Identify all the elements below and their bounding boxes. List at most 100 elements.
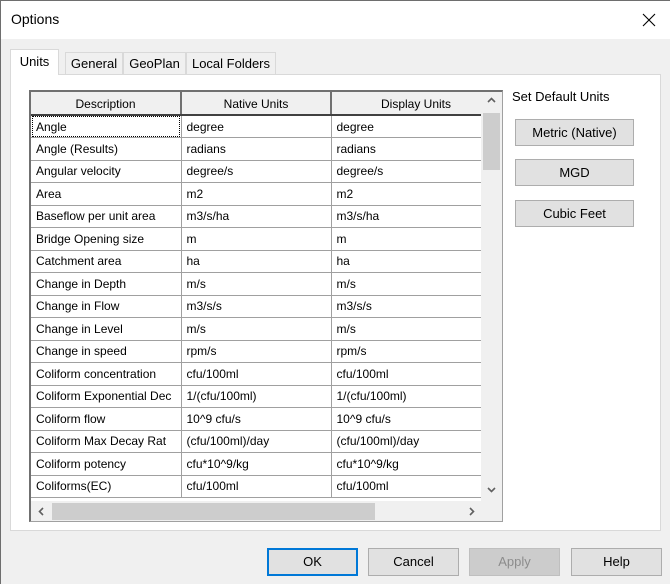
cell-description[interactable]: Coliform Max Decay Rat [31, 430, 182, 453]
cell-description[interactable]: Coliform Exponential Dec [31, 385, 182, 408]
table-row[interactable]: Area m2 m2 [31, 182, 482, 206]
cell-description[interactable]: Change in Level [31, 317, 182, 341]
cell-display-units[interactable]: degree [331, 115, 482, 138]
cell-native-units[interactable]: m2 [181, 182, 332, 206]
cell-description[interactable]: Coliform concentration [31, 362, 182, 386]
mgd-button[interactable]: MGD [515, 159, 634, 186]
scroll-up-button[interactable] [481, 92, 502, 112]
vertical-scrollbar[interactable] [481, 92, 502, 502]
cell-description[interactable]: Coliform potency [31, 452, 182, 476]
table-row[interactable]: Angle degree degree [31, 115, 482, 138]
cell-native-units[interactable]: (cfu/100ml)/day [181, 430, 332, 453]
cell-native-units[interactable]: degree [181, 115, 332, 138]
cell-description[interactable]: Coliform flow [31, 407, 182, 431]
cell-description[interactable]: Angle [31, 115, 182, 138]
cell-display-units[interactable]: degree/s [331, 160, 482, 183]
help-button[interactable]: Help [571, 548, 662, 576]
table-row[interactable]: Coliform flow 10^9 cfu/s 10^9 cfu/s [31, 407, 482, 431]
chevron-down-icon [487, 487, 496, 493]
cell-display-units[interactable]: (cfu/100ml)/day [331, 430, 482, 453]
cell-native-units[interactable]: m3/s/ha [181, 205, 332, 228]
cell-display-units[interactable]: 1/(cfu/100ml) [331, 385, 482, 408]
cell-native-units[interactable]: ha [181, 250, 332, 273]
cell-description[interactable]: Change in speed [31, 340, 182, 363]
cell-display-units[interactable]: cfu/100ml [331, 362, 482, 386]
table-row[interactable]: Change in Level m/s m/s [31, 317, 482, 341]
cell-native-units[interactable]: m/s [181, 272, 332, 296]
cell-native-units[interactable]: radians [181, 137, 332, 161]
units-grid: Description Native Units Display Units A… [29, 90, 503, 522]
metric-native-button[interactable]: Metric (Native) [515, 119, 634, 146]
table-row[interactable]: Angle (Results) radians radians [31, 137, 482, 161]
units-grid-body: Description Native Units Display Units A… [31, 92, 482, 502]
tab-local-folders[interactable]: Local Folders [186, 52, 276, 74]
table-row[interactable]: Angular velocity degree/s degree/s [31, 160, 482, 183]
cell-description[interactable]: Coliforms(EC) [31, 475, 182, 498]
cell-description[interactable]: Change in Flow [31, 295, 182, 318]
table-row[interactable]: Bridge Opening size m m [31, 227, 482, 251]
cell-native-units[interactable]: degree/s [181, 160, 332, 183]
cell-display-units[interactable]: m3/s/ha [331, 205, 482, 228]
cell-display-units[interactable]: m/s [331, 317, 482, 341]
cell-display-units[interactable]: cfu/100ml [331, 475, 482, 498]
scroll-left-button[interactable] [31, 501, 51, 521]
tab-units[interactable]: Units [10, 49, 59, 75]
vertical-scroll-thumb[interactable] [483, 113, 500, 170]
cell-display-units[interactable]: m [331, 227, 482, 251]
cell-description[interactable]: Change in Depth [31, 272, 182, 296]
scroll-down-button[interactable] [481, 482, 502, 502]
set-default-units-label: Set Default Units [512, 89, 610, 104]
cell-display-units[interactable]: ha [331, 250, 482, 273]
table-row[interactable]: Coliform Exponential Dec 1/(cfu/100ml) 1/(… [31, 385, 482, 408]
cell-display-units[interactable]: 10^9 cfu/s [331, 407, 482, 431]
table-row[interactable]: Coliform potency cfu*10^9/kg cfu*10^9/kg [31, 452, 482, 476]
table-row[interactable]: Coliform Max Decay Rat (cfu/100ml)/day (cf… [31, 430, 482, 453]
cell-display-units[interactable]: rpm/s [331, 340, 482, 363]
cancel-button[interactable]: Cancel [368, 548, 459, 576]
cell-native-units[interactable]: cfu/100ml [181, 362, 332, 386]
cell-native-units[interactable]: m/s [181, 317, 332, 341]
tab-general[interactable]: General [65, 52, 123, 74]
close-button[interactable] [637, 9, 661, 31]
cell-native-units[interactable]: m [181, 227, 332, 251]
units-table: Description Native Units Display Units A… [31, 92, 482, 498]
table-row[interactable]: Change in Flow m3/s/s m3/s/s [31, 295, 482, 318]
cell-description[interactable]: Area [31, 182, 182, 206]
scroll-right-button[interactable] [462, 501, 482, 521]
column-header-display-units[interactable]: Display Units [331, 92, 482, 116]
cell-description[interactable]: Baseflow per unit area [31, 205, 182, 228]
horizontal-scrollbar[interactable] [31, 501, 482, 521]
cell-display-units[interactable]: m/s [331, 272, 482, 296]
cell-native-units[interactable]: 1/(cfu/100ml) [181, 385, 332, 408]
ok-button[interactable]: OK [267, 548, 358, 576]
table-row[interactable]: Coliform concentration cfu/100ml cfu/100ml [31, 362, 482, 386]
cell-description[interactable]: Angular velocity [31, 160, 182, 183]
cell-description[interactable]: Bridge Opening size [31, 227, 182, 251]
chevron-right-icon [469, 507, 475, 516]
cell-native-units[interactable]: cfu*10^9/kg [181, 452, 332, 476]
table-row[interactable]: Change in Depth m/s m/s [31, 272, 482, 296]
scrollbar-corner [481, 501, 502, 521]
cubic-feet-button[interactable]: Cubic Feet [515, 200, 634, 227]
cell-display-units[interactable]: radians [331, 137, 482, 161]
cell-description[interactable]: Catchment area [31, 250, 182, 273]
table-row[interactable]: Coliforms(EC) cfu/100ml cfu/100ml [31, 475, 482, 498]
cell-description[interactable]: Angle (Results) [31, 137, 182, 161]
table-row[interactable]: Catchment area ha ha [31, 250, 482, 273]
tab-geoplan[interactable]: GeoPlan [123, 52, 186, 74]
cell-native-units[interactable]: rpm/s [181, 340, 332, 363]
horizontal-scroll-thumb[interactable] [52, 503, 375, 520]
close-icon [642, 13, 656, 27]
column-header-description[interactable]: Description [31, 92, 182, 116]
column-header-native-units[interactable]: Native Units [181, 92, 332, 116]
table-row[interactable]: Baseflow per unit area m3/s/ha m3/s/ha [31, 205, 482, 228]
cell-display-units[interactable]: m2 [331, 182, 482, 206]
cell-display-units[interactable]: cfu*10^9/kg [331, 452, 482, 476]
apply-button[interactable]: Apply [469, 548, 560, 576]
cell-native-units[interactable]: 10^9 cfu/s [181, 407, 332, 431]
table-row[interactable]: Change in speed rpm/s rpm/s [31, 340, 482, 363]
cell-native-units[interactable]: cfu/100ml [181, 475, 332, 498]
cell-native-units[interactable]: m3/s/s [181, 295, 332, 318]
cell-display-units[interactable]: m3/s/s [331, 295, 482, 318]
dialog-title: Options [11, 11, 60, 27]
